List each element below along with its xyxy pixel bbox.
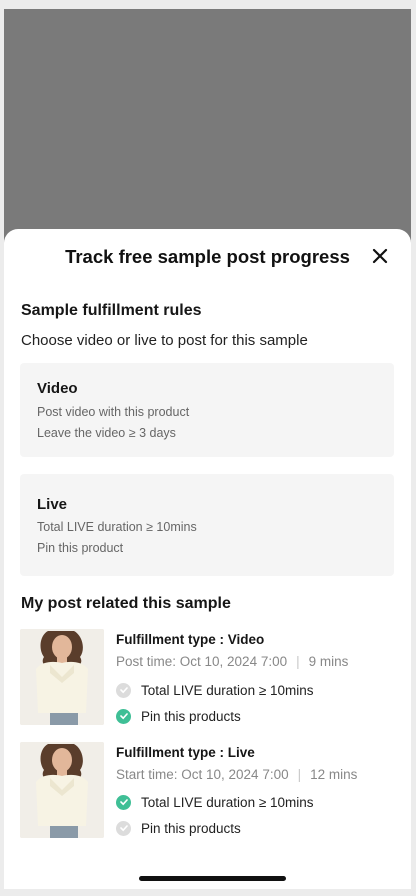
post-time: Post time: Oct 10, 2024 7:00 | 9 mins xyxy=(116,654,348,669)
post-time-text: Post time: Oct 10, 2024 7:00 xyxy=(116,654,288,669)
product-image xyxy=(20,629,104,725)
rule-line: Pin this product xyxy=(37,541,124,555)
check-circle-icon xyxy=(116,820,131,836)
rule-card-live: Live Total LIVE duration ≥ 10mins Pin th… xyxy=(20,474,394,576)
check-circle-icon xyxy=(116,794,131,810)
check-circle-icon xyxy=(116,708,131,724)
separator: | xyxy=(297,767,302,782)
check-label: Pin this products xyxy=(141,708,241,724)
rules-subtitle: Choose video or live to post for this sa… xyxy=(21,332,308,349)
post-item[interactable]: Fulfillment type : Video Post time: Oct … xyxy=(20,629,400,725)
dimmed-overlay[interactable] xyxy=(4,9,411,229)
bottom-sheet: Track free sample post progress Sample f… xyxy=(4,229,411,889)
rule-card-title: Live xyxy=(37,496,68,513)
rules-heading: Sample fulfillment rules xyxy=(21,302,202,319)
rule-card-video: Video Post video with this product Leave… xyxy=(20,363,394,457)
rule-line: Total LIVE duration ≥ 10mins xyxy=(37,520,197,534)
separator: | xyxy=(296,654,300,669)
home-indicator[interactable] xyxy=(139,876,286,881)
post-item[interactable]: Fulfillment type : Live Start time: Oct … xyxy=(20,742,400,838)
check-item: Pin this products xyxy=(116,707,241,725)
screen: Track free sample post progress Sample f… xyxy=(4,9,411,889)
rule-line: Leave the video ≥ 3 days xyxy=(37,426,176,440)
check-circle-icon xyxy=(116,682,131,698)
post-time: Start time: Oct 10, 2024 7:00 | 12 mins xyxy=(116,767,357,782)
fulfillment-type: Fulfillment type : Video xyxy=(116,632,265,647)
posts-heading: My post related this sample xyxy=(21,595,231,612)
fulfillment-type: Fulfillment type : Live xyxy=(116,745,255,760)
close-icon[interactable] xyxy=(371,247,389,265)
product-image xyxy=(20,742,104,838)
post-duration: 12 mins xyxy=(310,767,358,782)
check-item: Pin this products xyxy=(116,819,241,837)
check-label: Pin this products xyxy=(141,820,241,836)
check-item: Total LIVE duration ≥ 10mins xyxy=(116,681,314,699)
post-duration: 9 mins xyxy=(308,654,349,669)
rule-line: Post video with this product xyxy=(37,405,190,419)
check-label: Total LIVE duration ≥ 10mins xyxy=(141,682,314,698)
check-item: Total LIVE duration ≥ 10mins xyxy=(116,793,314,811)
post-time-text: Start time: Oct 10, 2024 7:00 xyxy=(116,767,289,782)
rule-card-title: Video xyxy=(37,380,78,397)
check-label: Total LIVE duration ≥ 10mins xyxy=(141,794,314,810)
sheet-title: Track free sample post progress xyxy=(65,246,350,267)
